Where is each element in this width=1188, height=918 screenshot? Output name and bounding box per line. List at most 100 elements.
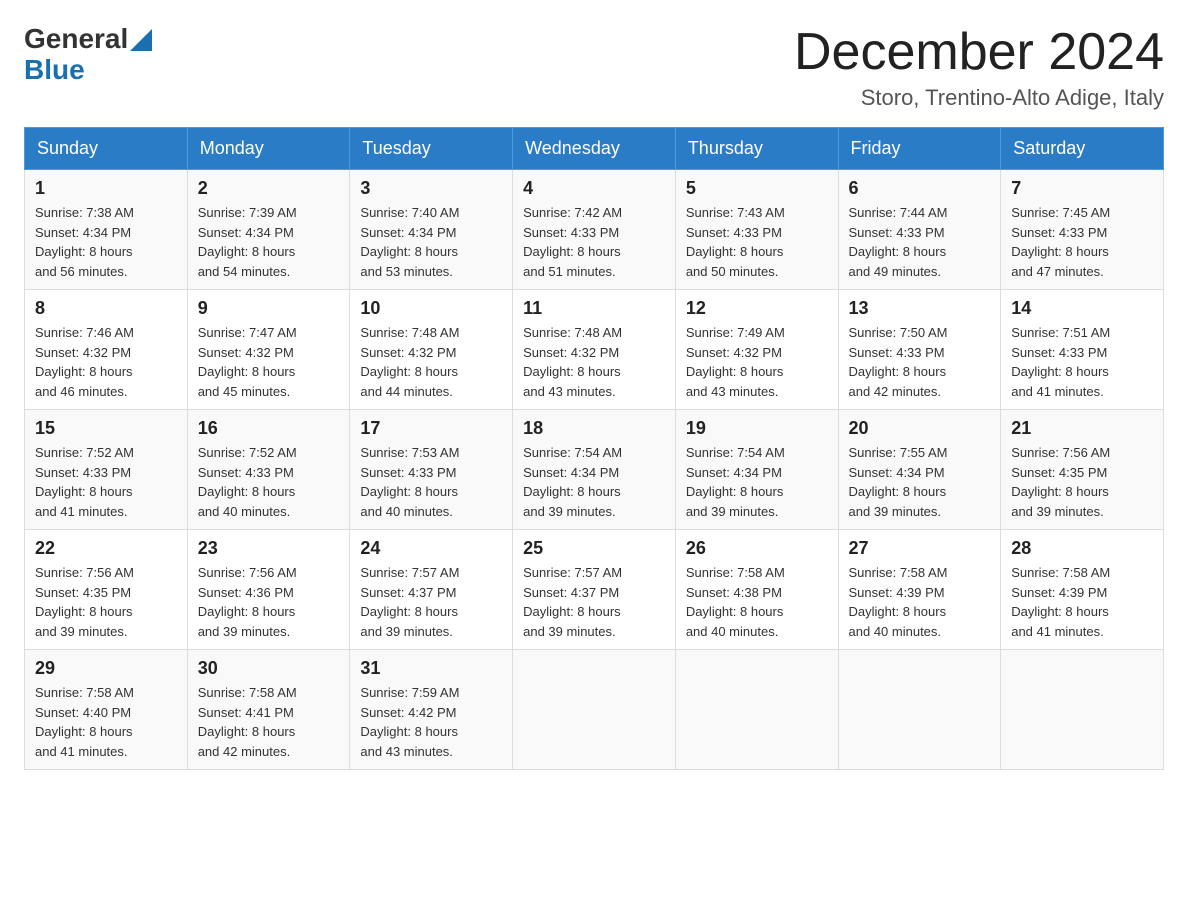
day-cell-20: 20Sunrise: 7:55 AMSunset: 4:34 PMDayligh… (838, 410, 1001, 530)
day-number-15: 15 (35, 418, 177, 439)
title-section: December 2024 Storo, Trentino-Alto Adige… (794, 24, 1164, 111)
day-cell-16: 16Sunrise: 7:52 AMSunset: 4:33 PMDayligh… (187, 410, 350, 530)
day-number-13: 13 (849, 298, 991, 319)
day-number-26: 26 (686, 538, 828, 559)
day-info-15: Sunrise: 7:52 AMSunset: 4:33 PMDaylight:… (35, 443, 177, 521)
day-cell-4: 4 Sunrise: 7:42 AMSunset: 4:33 PMDaylight… (513, 170, 676, 290)
day-cell-25: 25 Sunrise: 7:57 AMSunset: 4:37 PMDayligh… (513, 530, 676, 650)
day-info-16: Sunrise: 7:52 AMSunset: 4:33 PMDaylight:… (198, 443, 340, 521)
day-number-3: 3 (360, 178, 502, 199)
day-info-25: Sunrise: 7:57 AMSunset: 4:37 PMDaylight:… (523, 563, 665, 641)
day-number-18: 18 (523, 418, 665, 439)
calendar-header-row: Sunday Monday Tuesday Wednesday Thursday… (25, 128, 1164, 170)
day-number-28: 28 (1011, 538, 1153, 559)
day-number-10: 10 (360, 298, 502, 319)
day-info-17: Sunrise: 7:53 AMSunset: 4:33 PMDaylight:… (360, 443, 502, 521)
day-cell-9: 9 Sunrise: 7:47 AMSunset: 4:32 PMDaylight… (187, 290, 350, 410)
day-number-17: 17 (360, 418, 502, 439)
day-cell-19: 19 Sunrise: 7:54 AMSunset: 4:34 PMDayligh… (675, 410, 838, 530)
week-row-2: 8 Sunrise: 7:46 AMSunset: 4:32 PMDaylight… (25, 290, 1164, 410)
empty-cell-w4-d5 (838, 650, 1001, 770)
day-cell-10: 10 Sunrise: 7:48 AMSunset: 4:32 PMDayligh… (350, 290, 513, 410)
day-number-9: 9 (198, 298, 340, 319)
day-cell-11: 11 Sunrise: 7:48 AMSunset: 4:32 PMDayligh… (513, 290, 676, 410)
day-cell-27: 27 Sunrise: 7:58 AMSunset: 4:39 PMDayligh… (838, 530, 1001, 650)
col-monday: Monday (187, 128, 350, 170)
day-info-11: Sunrise: 7:48 AMSunset: 4:32 PMDaylight:… (523, 323, 665, 401)
day-info-4: Sunrise: 7:42 AMSunset: 4:33 PMDaylight:… (523, 203, 665, 281)
day-info-23: Sunrise: 7:56 AMSunset: 4:36 PMDaylight:… (198, 563, 340, 641)
empty-cell-w4-d6 (1001, 650, 1164, 770)
logo-general-text: General (24, 24, 128, 55)
day-info-14: Sunrise: 7:51 AMSunset: 4:33 PMDaylight:… (1011, 323, 1153, 401)
day-info-19: Sunrise: 7:54 AMSunset: 4:34 PMDaylight:… (686, 443, 828, 521)
calendar-table: Sunday Monday Tuesday Wednesday Thursday… (24, 127, 1164, 770)
day-info-18: Sunrise: 7:54 AMSunset: 4:34 PMDaylight:… (523, 443, 665, 521)
logo: General Blue (24, 24, 152, 86)
empty-cell-w4-d4 (675, 650, 838, 770)
week-row-3: 15 Sunrise: 7:52 AMSunset: 4:33 PMDayligh… (25, 410, 1164, 530)
day-number-8: 8 (35, 298, 177, 319)
day-cell-15: 15 Sunrise: 7:52 AMSunset: 4:33 PMDayligh… (25, 410, 188, 530)
day-cell-17: 17 Sunrise: 7:53 AMSunset: 4:33 PMDayligh… (350, 410, 513, 530)
day-info-3: Sunrise: 7:40 AMSunset: 4:34 PMDaylight:… (360, 203, 502, 281)
logo-triangle-icon (130, 29, 152, 51)
col-thursday: Thursday (675, 128, 838, 170)
week-row-4: 22 Sunrise: 7:56 AMSunset: 4:35 PMDayligh… (25, 530, 1164, 650)
day-cell-23: 23 Sunrise: 7:56 AMSunset: 4:36 PMDayligh… (187, 530, 350, 650)
day-number-24: 24 (360, 538, 502, 559)
day-info-27: Sunrise: 7:58 AMSunset: 4:39 PMDaylight:… (849, 563, 991, 641)
day-number-7: 7 (1011, 178, 1153, 199)
day-number-22: 22 (35, 538, 177, 559)
day-cell-2: 2 Sunrise: 7:39 AMSunset: 4:34 PMDaylight… (187, 170, 350, 290)
day-info-5: Sunrise: 7:43 AMSunset: 4:33 PMDaylight:… (686, 203, 828, 281)
day-cell-29: 29Sunrise: 7:58 AMSunset: 4:40 PMDayligh… (25, 650, 188, 770)
empty-cell-w4-d3 (513, 650, 676, 770)
day-info-7: Sunrise: 7:45 AMSunset: 4:33 PMDaylight:… (1011, 203, 1153, 281)
day-info-9: Sunrise: 7:47 AMSunset: 4:32 PMDaylight:… (198, 323, 340, 401)
day-cell-3: 3 Sunrise: 7:40 AMSunset: 4:34 PMDaylight… (350, 170, 513, 290)
day-cell-5: 5Sunrise: 7:43 AMSunset: 4:33 PMDaylight… (675, 170, 838, 290)
location-subtitle: Storo, Trentino-Alto Adige, Italy (794, 85, 1164, 111)
day-info-30: Sunrise: 7:58 AMSunset: 4:41 PMDaylight:… (198, 683, 340, 761)
day-info-22: Sunrise: 7:56 AMSunset: 4:35 PMDaylight:… (35, 563, 177, 641)
day-number-11: 11 (523, 298, 665, 319)
day-number-4: 4 (523, 178, 665, 199)
day-info-8: Sunrise: 7:46 AMSunset: 4:32 PMDaylight:… (35, 323, 177, 401)
day-number-2: 2 (198, 178, 340, 199)
day-cell-7: 7 Sunrise: 7:45 AMSunset: 4:33 PMDaylight… (1001, 170, 1164, 290)
col-wednesday: Wednesday (513, 128, 676, 170)
day-info-2: Sunrise: 7:39 AMSunset: 4:34 PMDaylight:… (198, 203, 340, 281)
day-info-6: Sunrise: 7:44 AMSunset: 4:33 PMDaylight:… (849, 203, 991, 281)
day-number-21: 21 (1011, 418, 1153, 439)
day-number-31: 31 (360, 658, 502, 679)
col-sunday: Sunday (25, 128, 188, 170)
day-number-12: 12 (686, 298, 828, 319)
day-cell-31: 31Sunrise: 7:59 AMSunset: 4:42 PMDayligh… (350, 650, 513, 770)
col-tuesday: Tuesday (350, 128, 513, 170)
day-cell-22: 22 Sunrise: 7:56 AMSunset: 4:35 PMDayligh… (25, 530, 188, 650)
day-info-10: Sunrise: 7:48 AMSunset: 4:32 PMDaylight:… (360, 323, 502, 401)
day-cell-28: 28Sunrise: 7:58 AMSunset: 4:39 PMDayligh… (1001, 530, 1164, 650)
week-row-5: 29Sunrise: 7:58 AMSunset: 4:40 PMDayligh… (25, 650, 1164, 770)
day-info-20: Sunrise: 7:55 AMSunset: 4:34 PMDaylight:… (849, 443, 991, 521)
day-cell-12: 12Sunrise: 7:49 AMSunset: 4:32 PMDayligh… (675, 290, 838, 410)
day-number-14: 14 (1011, 298, 1153, 319)
day-info-26: Sunrise: 7:58 AMSunset: 4:38 PMDaylight:… (686, 563, 828, 641)
day-cell-13: 13Sunrise: 7:50 AMSunset: 4:33 PMDayligh… (838, 290, 1001, 410)
day-number-23: 23 (198, 538, 340, 559)
day-number-19: 19 (686, 418, 828, 439)
day-cell-14: 14 Sunrise: 7:51 AMSunset: 4:33 PMDayligh… (1001, 290, 1164, 410)
day-cell-30: 30Sunrise: 7:58 AMSunset: 4:41 PMDayligh… (187, 650, 350, 770)
day-number-6: 6 (849, 178, 991, 199)
col-saturday: Saturday (1001, 128, 1164, 170)
day-cell-18: 18 Sunrise: 7:54 AMSunset: 4:34 PMDayligh… (513, 410, 676, 530)
week-row-1: 1Sunrise: 7:38 AMSunset: 4:34 PMDaylight… (25, 170, 1164, 290)
day-number-27: 27 (849, 538, 991, 559)
day-info-21: Sunrise: 7:56 AMSunset: 4:35 PMDaylight:… (1011, 443, 1153, 521)
col-friday: Friday (838, 128, 1001, 170)
logo-blue-text: Blue (24, 54, 85, 85)
day-number-29: 29 (35, 658, 177, 679)
day-cell-1: 1Sunrise: 7:38 AMSunset: 4:34 PMDaylight… (25, 170, 188, 290)
day-number-25: 25 (523, 538, 665, 559)
